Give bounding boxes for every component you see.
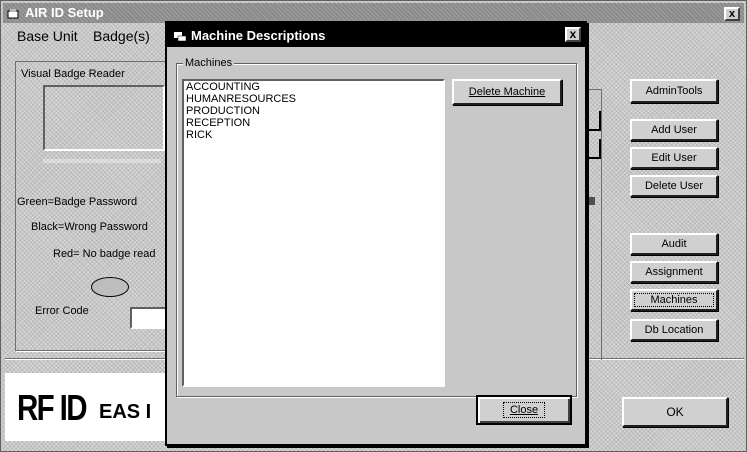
dialog-title-text: Machine Descriptions bbox=[191, 28, 326, 43]
main-title-bar[interactable]: AIR ID Setup x bbox=[3, 3, 744, 23]
hidden-button-edge-2 bbox=[585, 139, 601, 159]
admin-tools-button[interactable]: AdminTools bbox=[630, 79, 718, 103]
main-close-icon[interactable]: x bbox=[724, 7, 740, 21]
menu-badges[interactable]: Badge(s) bbox=[93, 28, 150, 44]
list-item[interactable]: RECEPTION bbox=[184, 117, 443, 129]
edit-user-button[interactable]: Edit User bbox=[630, 147, 718, 169]
list-item[interactable]: PRODUCTION bbox=[184, 105, 443, 117]
app-icon bbox=[7, 7, 19, 19]
dialog-icon bbox=[173, 29, 187, 42]
list-item[interactable]: HUMANRESOURCES bbox=[184, 93, 443, 105]
legend-green: Green=Badge Password bbox=[17, 196, 138, 208]
list-item[interactable]: RICK bbox=[184, 129, 443, 141]
legend-black: Black=Wrong Password bbox=[31, 221, 148, 233]
add-user-button[interactable]: Add User bbox=[630, 119, 718, 141]
close-button[interactable]: Close bbox=[476, 395, 572, 425]
list-item[interactable]: ACCOUNTING bbox=[184, 81, 443, 93]
badge-display-box bbox=[43, 85, 165, 151]
assignment-button[interactable]: Assignment bbox=[630, 261, 718, 283]
dialog-title-bar[interactable]: Machine Descriptions x bbox=[167, 23, 585, 47]
machines-group-label: Machines bbox=[183, 57, 235, 69]
status-indicator-oval bbox=[91, 277, 129, 297]
faded-status-line bbox=[43, 159, 161, 163]
logo-rfid-text: RF ID bbox=[17, 387, 88, 428]
hidden-button-edge-1 bbox=[585, 111, 601, 131]
legend-red: Red= No badge read bbox=[53, 248, 156, 260]
visual-badge-reader-label: Visual Badge Reader bbox=[21, 68, 125, 80]
delete-machine-button[interactable]: Delete Machine bbox=[452, 79, 562, 105]
menu-base-unit[interactable]: Base Unit bbox=[17, 28, 78, 44]
db-location-button[interactable]: Db Location bbox=[630, 319, 718, 341]
main-title-text: AIR ID Setup bbox=[25, 5, 104, 20]
error-code-label: Error Code bbox=[35, 305, 89, 317]
machine-descriptions-dialog: Machine Descriptions x Machines ACCOUNTI… bbox=[165, 21, 587, 446]
machines-button[interactable]: Machines bbox=[630, 289, 718, 311]
logo-eas-text: EAS I bbox=[99, 401, 152, 423]
company-logo: RF ID EAS I bbox=[17, 387, 151, 429]
delete-user-button[interactable]: Delete User bbox=[630, 175, 718, 197]
hidden-text-fragment bbox=[589, 197, 595, 205]
close-button-label: Close bbox=[502, 402, 546, 418]
audit-button[interactable]: Audit bbox=[630, 233, 718, 255]
error-code-field[interactable] bbox=[130, 307, 170, 329]
machine-list[interactable]: ACCOUNTING HUMANRESOURCES PRODUCTION REC… bbox=[182, 79, 445, 387]
dialog-close-icon[interactable]: x bbox=[565, 27, 581, 42]
ok-button[interactable]: OK bbox=[622, 397, 728, 427]
